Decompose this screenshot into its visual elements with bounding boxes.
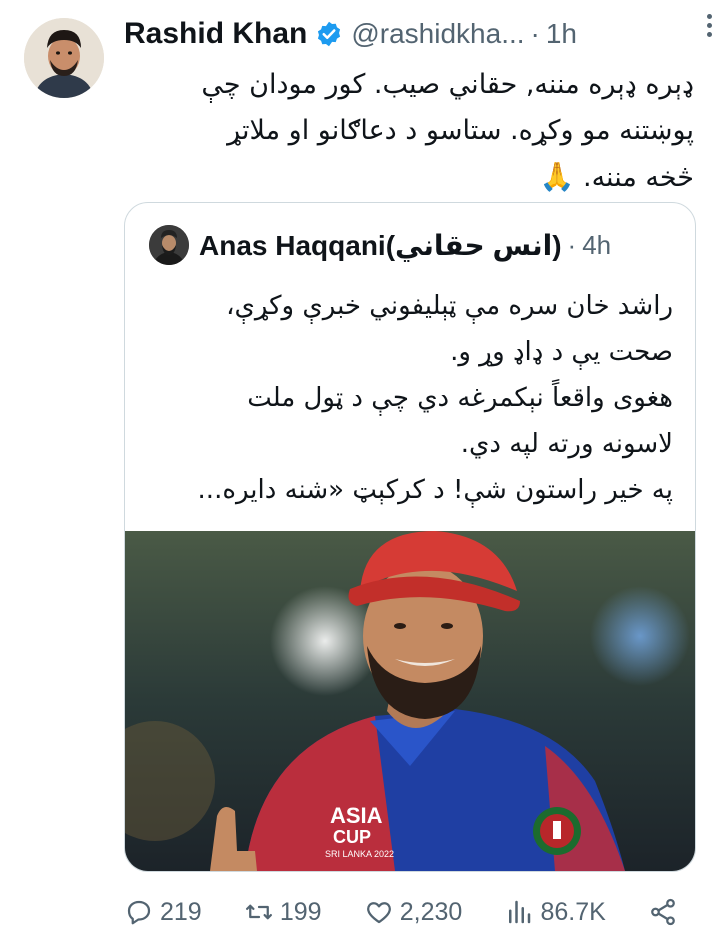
jersey-subtitle-text: CUP (333, 827, 371, 847)
quoted-text-line: راشد خان سره مې ټېليفوني خبرې وکړې، (226, 291, 673, 321)
quoted-text-line: هغوی واقعاً نېکمرغه دي چې د ټول ملت (247, 383, 673, 413)
share-button[interactable] (648, 897, 684, 927)
more-options-icon[interactable] (704, 10, 714, 41)
pray-emoji: 🙏 (539, 160, 575, 193)
share-icon (651, 898, 675, 926)
reply-icon (127, 900, 151, 925)
tweet-header: Rashid Khan @rashidkha... · 1h (124, 12, 704, 56)
cricketer-photo: ASIA CUP SRI LANKA 2022 (125, 531, 695, 871)
quoted-text-line: لاسونه ورته لپه دي. (460, 429, 673, 459)
reply-button[interactable]: 219 (124, 897, 202, 927)
reply-count: 219 (160, 897, 202, 926)
quoted-text-line: صحت يې د ډاډ وړ و. (450, 337, 673, 367)
separator-dot: · (530, 18, 540, 49)
heart-icon (366, 902, 391, 924)
profile-photo-icon (24, 18, 104, 98)
tweet-text-line-part: څخه مننه. (583, 162, 694, 193)
author-name[interactable]: Rashid Khan (124, 17, 307, 51)
author-avatar[interactable] (24, 18, 104, 98)
author-handle[interactable]: @rashidkha... (351, 18, 524, 50)
retweet-count: 199 (279, 897, 322, 926)
quoted-author-name[interactable]: Anas Haqqani(انس حقاني) (199, 229, 562, 262)
like-button[interactable]: 2,230 (364, 897, 463, 927)
separator-dot: · (567, 229, 577, 260)
quoted-tweet[interactable]: Anas Haqqani(انس حقاني) · 4h راشد خان سر… (124, 202, 696, 872)
retweet-icon (245, 904, 272, 920)
views-count: 86.7K (540, 897, 606, 926)
quoted-profile-photo-icon (149, 225, 189, 265)
tweet-text-line: څخه مننه. 🙏 (124, 154, 694, 201)
tweet-timestamp[interactable]: 1h (546, 18, 577, 50)
jersey-title-text: ASIA (330, 803, 383, 828)
views-button[interactable]: 86.7K (504, 897, 606, 927)
quoted-author-avatar[interactable] (149, 225, 189, 265)
tweet-text-line: پوښتنه مو وکړه. ستاسو د دعاګانو او ملاتړ (227, 115, 694, 146)
jersey-small-text: SRI LANKA 2022 (325, 849, 394, 859)
verified-badge-icon (318, 21, 341, 47)
retweet-button[interactable]: 199 (244, 897, 322, 927)
quoted-tweet-timestamp[interactable]: 4h (582, 230, 611, 261)
quoted-text-line: په خير راستون شې! د کرکېټ «شنه دايره... (197, 475, 673, 505)
quoted-tweet-header: Anas Haqqani(انس حقاني) · 4h (149, 223, 675, 267)
like-count: 2,230 (399, 897, 463, 926)
quoted-tweet-text: راشد خان سره مې ټېليفوني خبرې وکړې، صحت … (147, 283, 673, 513)
quoted-tweet-image[interactable]: ASIA CUP SRI LANKA 2022 (125, 531, 695, 871)
views-chart-icon (509, 900, 531, 924)
tweet-text: ډېره ډېره مننه, حقاني صيب. کور مودان چې … (124, 62, 694, 201)
tweet-text-line: ډېره ډېره مننه, حقاني صيب. کور مودان چې (201, 69, 694, 100)
tweet-actions-bar: 219 199 2,230 86.7K (124, 892, 684, 932)
